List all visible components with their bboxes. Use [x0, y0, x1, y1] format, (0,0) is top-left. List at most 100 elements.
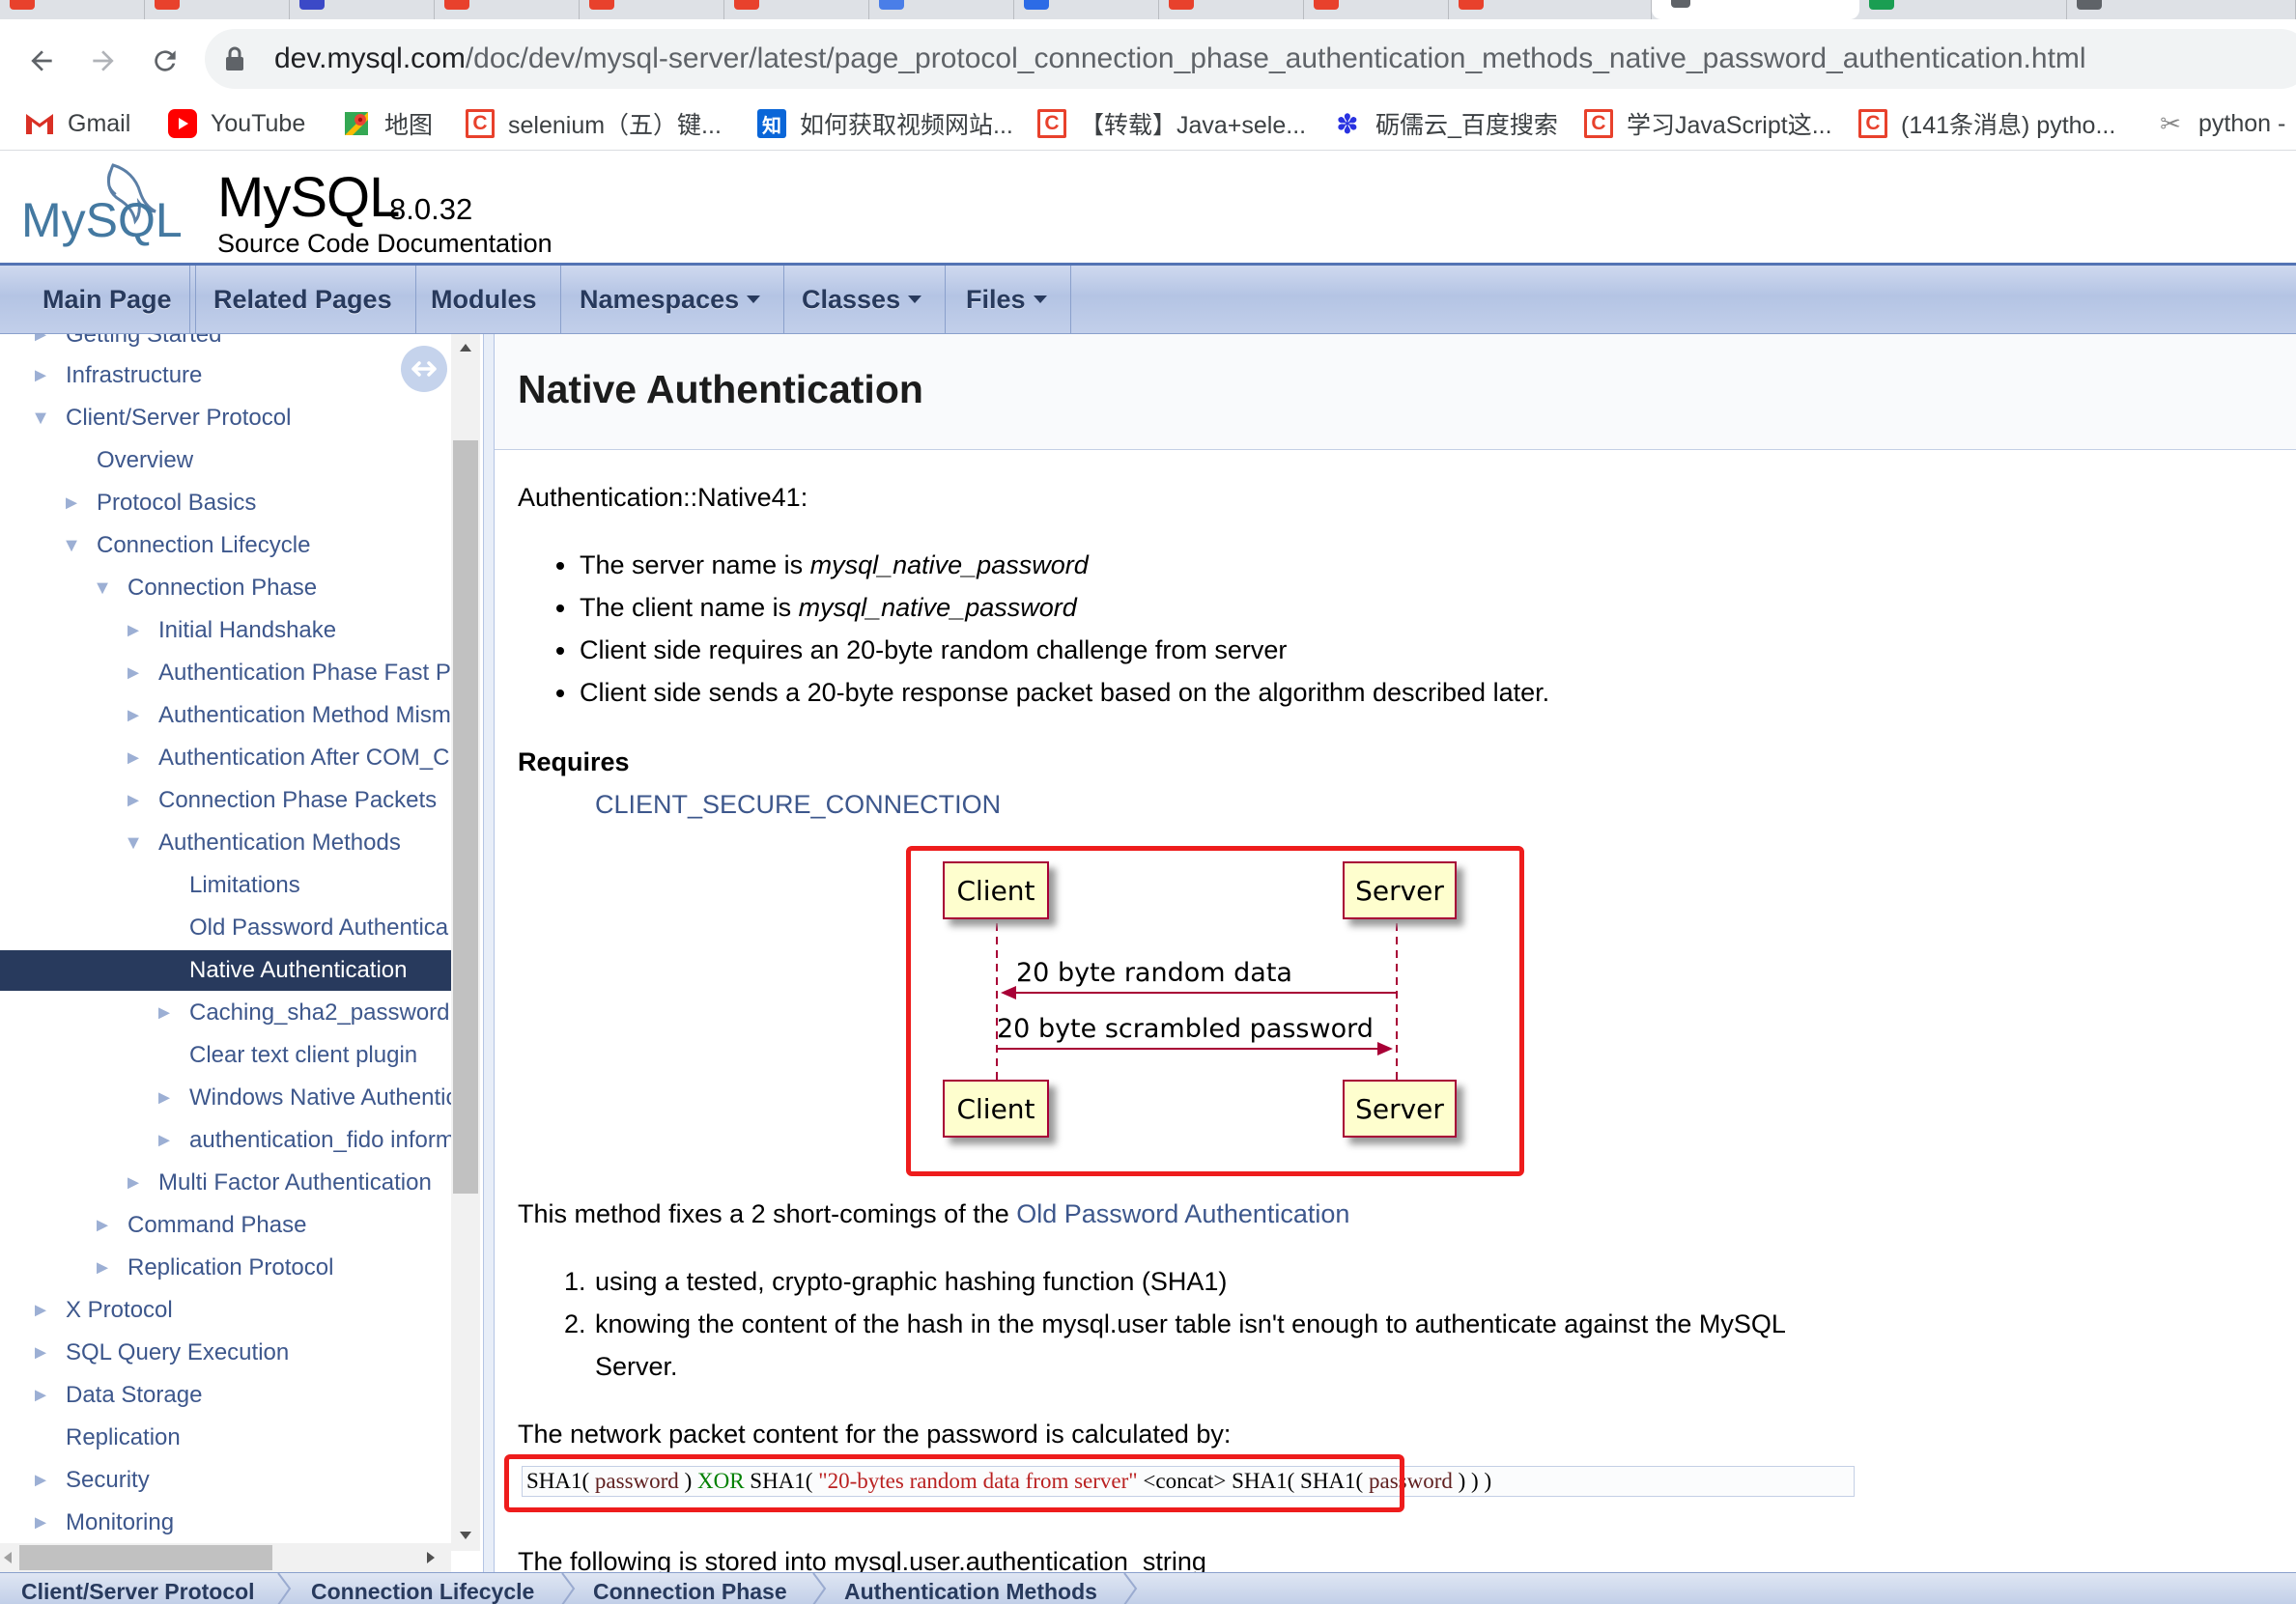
nav-horizontal-scroll-thumb[interactable] — [19, 1545, 272, 1570]
nav-item-caching-sha2[interactable]: ► Caching_sha2_password — [0, 993, 452, 1033]
menu-classes[interactable]: Classes — [779, 266, 947, 333]
nav-item-auth-phase-fast-path[interactable]: ► Authentication Phase Fast P — [0, 653, 452, 693]
browser-tab[interactable] — [869, 0, 1014, 19]
nav-vertical-scrollbar[interactable] — [451, 334, 480, 1551]
scroll-right-icon[interactable] — [427, 1552, 435, 1563]
bookmark-csdn[interactable]: C 【转载】Java+sele... — [1037, 102, 1306, 145]
bookmark-zhihu[interactable]: 知如何获取视频网站... — [757, 102, 1013, 145]
nav-item-infrastructure[interactable]: ► Infrastructure — [0, 355, 452, 396]
expanded-arrow-icon[interactable]: ▼ — [124, 832, 143, 855]
nav-item-replication[interactable]: Replication — [0, 1418, 452, 1458]
bookmark-csdn[interactable]: Cselenium（五）键... — [466, 102, 722, 145]
nav-item-getting-started[interactable]: ► Getting Started — [0, 334, 452, 355]
browser-tab[interactable] — [145, 0, 290, 19]
breadcrumb-item[interactable]: Authentication Methods — [844, 1579, 1097, 1604]
nav-horizontal-scrollbar[interactable] — [0, 1543, 451, 1572]
nav-item-overview[interactable]: Overview — [0, 440, 452, 481]
nav-item-monitoring[interactable]: ► Monitoring — [0, 1503, 452, 1543]
collapsed-arrow-icon[interactable]: ► — [31, 1342, 50, 1365]
collapsed-arrow-icon[interactable]: ► — [31, 1385, 50, 1407]
address-bar[interactable]: dev.mysql.com/doc/dev/mysql-server/lates… — [205, 29, 2296, 89]
browser-tab[interactable] — [580, 0, 724, 19]
collapsed-arrow-icon[interactable]: ► — [31, 334, 50, 347]
nav-item-authentication-fido[interactable]: ► authentication_fido inform — [0, 1120, 452, 1161]
nav-item-connection-phase[interactable]: ▼ Connection Phase — [0, 568, 452, 608]
old-password-link[interactable]: Old Password Authentication — [1016, 1199, 1349, 1228]
nav-item-limitations[interactable]: Limitations — [0, 865, 452, 906]
nav-item-old-password-auth[interactable]: Old Password Authentica — [0, 908, 452, 948]
mysql-logo[interactable]: MySQL — [21, 157, 185, 266]
nav-item-client-server-protocol[interactable]: ▼ Client/Server Protocol — [0, 398, 452, 438]
nav-item-replication-protocol[interactable]: ► Replication Protocol — [0, 1248, 452, 1288]
bookmark-csdn[interactable]: C 学习JavaScript这... — [1584, 102, 1832, 145]
expanded-arrow-icon[interactable]: ▼ — [62, 535, 81, 557]
collapsed-arrow-icon[interactable]: ► — [31, 1470, 50, 1492]
bookmark-maps[interactable]: 地图 — [342, 102, 433, 145]
browser-tab[interactable] — [435, 0, 580, 19]
collapsed-arrow-icon[interactable]: ► — [124, 1172, 143, 1195]
collapsed-arrow-icon[interactable]: ► — [124, 705, 143, 727]
breadcrumb-item[interactable]: Client/Server Protocol — [21, 1579, 255, 1604]
nav-item-sql-query-execution[interactable]: ► SQL Query Execution — [0, 1333, 452, 1373]
back-button[interactable] — [17, 37, 66, 85]
browser-tab[interactable] — [2067, 0, 2296, 19]
menu-files[interactable]: Files — [943, 266, 1071, 333]
nav-item-data-storage[interactable]: ► Data Storage — [0, 1375, 452, 1416]
bookmark-baidu[interactable]: ✽ 砺儒云_百度搜索 — [1333, 102, 1558, 145]
forward-button[interactable] — [79, 37, 128, 85]
collapsed-arrow-icon[interactable]: ► — [31, 1512, 50, 1534]
collapsed-arrow-icon[interactable]: ► — [155, 1002, 174, 1025]
expanded-arrow-icon[interactable]: ▼ — [93, 577, 112, 600]
collapsed-arrow-icon[interactable]: ► — [124, 620, 143, 642]
nav-item-auth-method-mismatch[interactable]: ► Authentication Method Mism — [0, 695, 452, 736]
nav-item-windows-native-auth[interactable]: ► Windows Native Authentic — [0, 1078, 452, 1118]
nav-item-authentication-methods[interactable]: ▼ Authentication Methods — [0, 823, 452, 863]
reload-button[interactable] — [141, 37, 189, 85]
nav-item-multi-factor-auth[interactable]: ► Multi Factor Authentication — [0, 1163, 452, 1203]
scroll-down-icon[interactable] — [460, 1532, 471, 1539]
bookmark-csdn[interactable]: C (141条消息) pytho... — [1858, 102, 2115, 145]
nav-item-connection-phase-packets[interactable]: ► Connection Phase Packets — [0, 780, 452, 821]
browser-tab[interactable] — [724, 0, 869, 19]
breadcrumb-item[interactable]: Connection Lifecycle — [311, 1579, 534, 1604]
nav-item-x-protocol[interactable]: ► X Protocol — [0, 1290, 452, 1331]
browser-tab[interactable] — [1159, 0, 1304, 19]
nav-vertical-scroll-thumb[interactable] — [453, 440, 478, 1194]
lock-icon[interactable] — [224, 46, 245, 71]
collapsed-arrow-icon[interactable]: ► — [124, 662, 143, 685]
expanded-arrow-icon[interactable]: ▼ — [31, 408, 50, 430]
menu-main-page[interactable]: Main Page — [19, 266, 196, 333]
nav-item-security[interactable]: ► Security — [0, 1460, 452, 1501]
scroll-left-icon[interactable] — [4, 1552, 12, 1563]
requires-link[interactable]: CLIENT_SECURE_CONNECTION — [595, 790, 1001, 820]
browser-tab[interactable] — [1014, 0, 1159, 19]
collapsed-arrow-icon[interactable]: ► — [124, 747, 143, 770]
browser-tab-active[interactable] — [1652, 0, 1859, 19]
menu-modules[interactable]: Modules — [408, 266, 561, 333]
menu-related-pages[interactable]: Related Pages — [189, 266, 416, 333]
bookmark-python[interactable]: ✂ python - — [2156, 102, 2285, 145]
browser-tab[interactable] — [0, 0, 145, 19]
scroll-up-icon[interactable] — [460, 344, 471, 352]
collapsed-arrow-icon[interactable]: ► — [31, 365, 50, 387]
collapsed-arrow-icon[interactable]: ► — [62, 492, 81, 515]
nav-item-command-phase[interactable]: ► Command Phase — [0, 1205, 452, 1246]
nav-item-native-authentication[interactable]: Native Authentication — [0, 950, 452, 991]
browser-tab[interactable] — [1449, 0, 1652, 19]
breadcrumb-item[interactable]: Connection Phase — [593, 1579, 787, 1604]
sync-toggle-icon[interactable] — [401, 346, 447, 392]
browser-tab[interactable] — [290, 0, 435, 19]
collapsed-arrow-icon[interactable]: ► — [124, 790, 143, 812]
bookmark-gmail[interactable]: Gmail — [25, 102, 130, 145]
nav-item-auth-after-com[interactable]: ► Authentication After COM_C — [0, 738, 452, 778]
browser-tab[interactable] — [1304, 0, 1449, 19]
browser-tab[interactable] — [1859, 0, 2067, 19]
menu-namespaces[interactable]: Namespaces — [556, 266, 785, 333]
collapsed-arrow-icon[interactable]: ► — [31, 1300, 50, 1322]
collapsed-arrow-icon[interactable]: ► — [155, 1087, 174, 1110]
nav-resize-handle[interactable] — [483, 334, 495, 1572]
collapsed-arrow-icon[interactable]: ► — [155, 1130, 174, 1152]
nav-item-protocol-basics[interactable]: ► Protocol Basics — [0, 483, 452, 523]
bookmark-youtube[interactable]: YouTube — [168, 102, 305, 145]
nav-item-connection-lifecycle[interactable]: ▼ Connection Lifecycle — [0, 525, 452, 566]
